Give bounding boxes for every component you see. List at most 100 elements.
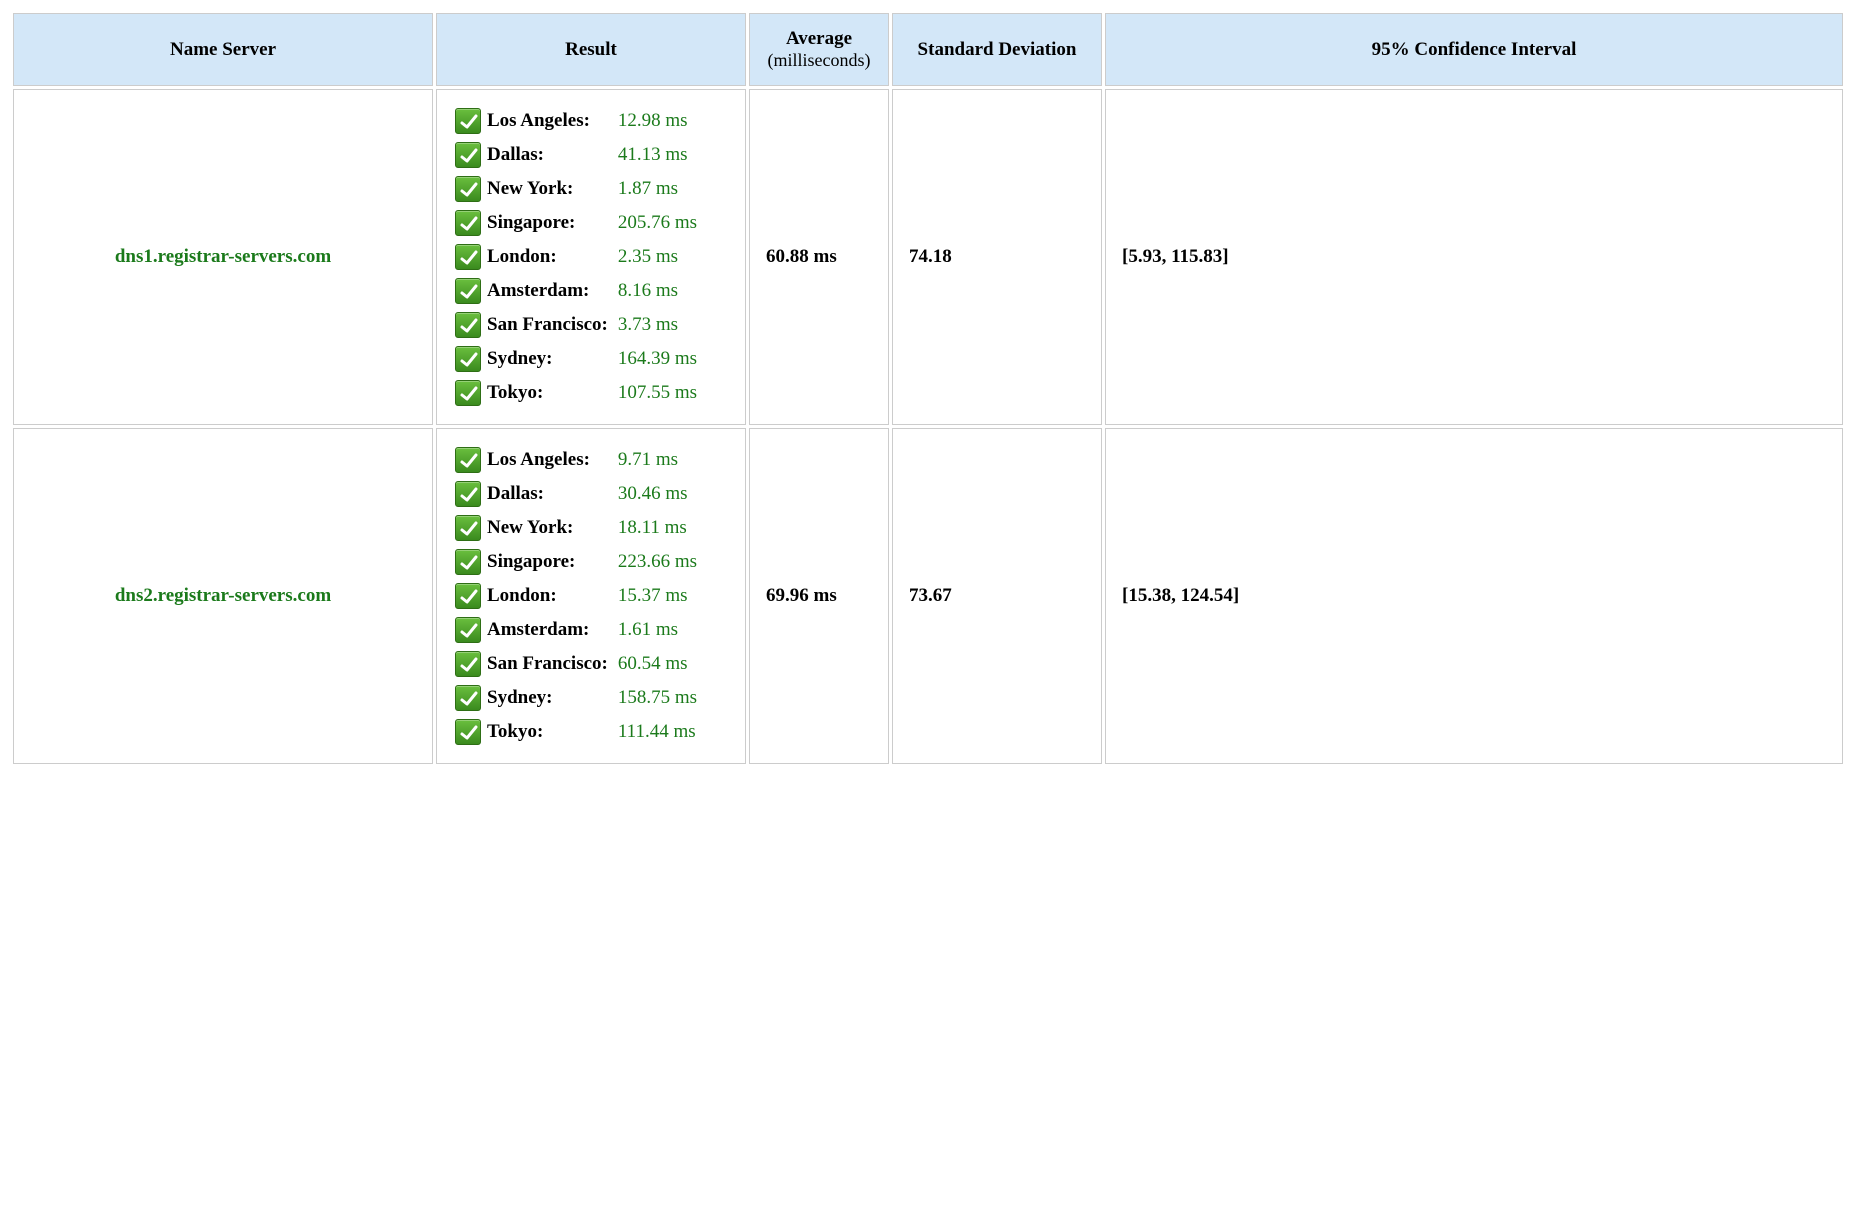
status-icon-cell: [453, 443, 485, 477]
location-value: 223.66 ms: [616, 545, 699, 579]
location-name: San Francisco:: [485, 647, 616, 681]
location-name: Tokyo:: [485, 376, 616, 410]
location-value: 1.61 ms: [616, 613, 699, 647]
location-value: 205.76 ms: [616, 206, 699, 240]
status-icon-cell: [453, 138, 485, 172]
location-name: Sydney:: [485, 342, 616, 376]
location-value: 2.35 ms: [616, 240, 699, 274]
location-name: Dallas:: [485, 138, 616, 172]
status-icon-cell: [453, 172, 485, 206]
location-name: Amsterdam:: [485, 613, 616, 647]
check-icon: [455, 244, 481, 270]
location-row: Tokyo:107.55 ms: [453, 376, 699, 410]
table-row: dns1.registrar-servers.comLos Angeles:12…: [13, 89, 1843, 425]
status-icon-cell: [453, 240, 485, 274]
location-name: New York:: [485, 172, 616, 206]
status-icon-cell: [453, 206, 485, 240]
check-icon: [455, 515, 481, 541]
name-server-cell: dns1.registrar-servers.com: [13, 89, 433, 425]
location-value: 60.54 ms: [616, 647, 699, 681]
col-std-dev: Standard Deviation: [892, 13, 1102, 86]
check-icon: [455, 685, 481, 711]
location-name: Singapore:: [485, 545, 616, 579]
location-row: Singapore:223.66 ms: [453, 545, 699, 579]
check-icon: [455, 312, 481, 338]
check-icon: [455, 108, 481, 134]
status-icon-cell: [453, 342, 485, 376]
location-row: Amsterdam:8.16 ms: [453, 274, 699, 308]
check-icon: [455, 210, 481, 236]
ci-cell: [15.38, 124.54]: [1105, 428, 1843, 764]
location-row: Dallas:30.46 ms: [453, 477, 699, 511]
location-value: 3.73 ms: [616, 308, 699, 342]
location-row: Amsterdam:1.61 ms: [453, 613, 699, 647]
location-name: Los Angeles:: [485, 443, 616, 477]
location-row: Sydney:158.75 ms: [453, 681, 699, 715]
location-value: 18.11 ms: [616, 511, 699, 545]
col-average-sub: (milliseconds): [760, 50, 878, 71]
check-icon: [455, 447, 481, 473]
locations-table: Los Angeles:12.98 msDallas:41.13 msNew Y…: [453, 104, 699, 410]
col-name-server: Name Server: [13, 13, 433, 86]
check-icon: [455, 278, 481, 304]
location-row: New York:1.87 ms: [453, 172, 699, 206]
check-icon: [455, 549, 481, 575]
location-name: Amsterdam:: [485, 274, 616, 308]
location-name: Sydney:: [485, 681, 616, 715]
table-row: dns2.registrar-servers.comLos Angeles:9.…: [13, 428, 1843, 764]
location-row: Los Angeles:9.71 ms: [453, 443, 699, 477]
status-icon-cell: [453, 545, 485, 579]
location-value: 9.71 ms: [616, 443, 699, 477]
status-icon-cell: [453, 715, 485, 749]
location-row: Tokyo:111.44 ms: [453, 715, 699, 749]
status-icon-cell: [453, 511, 485, 545]
location-name: New York:: [485, 511, 616, 545]
location-row: Sydney:164.39 ms: [453, 342, 699, 376]
location-name: London:: [485, 579, 616, 613]
check-icon: [455, 346, 481, 372]
location-value: 15.37 ms: [616, 579, 699, 613]
std-dev-cell: 74.18: [892, 89, 1102, 425]
location-value: 111.44 ms: [616, 715, 699, 749]
dns-results-table: Name Server Result Average (milliseconds…: [10, 10, 1846, 767]
col-average: Average (milliseconds): [749, 13, 889, 86]
location-row: New York:18.11 ms: [453, 511, 699, 545]
name-server-cell: dns2.registrar-servers.com: [13, 428, 433, 764]
status-icon-cell: [453, 613, 485, 647]
location-row: San Francisco:3.73 ms: [453, 308, 699, 342]
locations-table: Los Angeles:9.71 msDallas:30.46 msNew Yo…: [453, 443, 699, 749]
location-value: 1.87 ms: [616, 172, 699, 206]
check-icon: [455, 617, 481, 643]
location-row: London:15.37 ms: [453, 579, 699, 613]
location-row: San Francisco:60.54 ms: [453, 647, 699, 681]
average-cell: 60.88 ms: [749, 89, 889, 425]
location-value: 30.46 ms: [616, 477, 699, 511]
average-cell: 69.96 ms: [749, 428, 889, 764]
status-icon-cell: [453, 104, 485, 138]
status-icon-cell: [453, 308, 485, 342]
location-name: Tokyo:: [485, 715, 616, 749]
check-icon: [455, 719, 481, 745]
ci-cell: [5.93, 115.83]: [1105, 89, 1843, 425]
status-icon-cell: [453, 274, 485, 308]
location-value: 164.39 ms: [616, 342, 699, 376]
location-value: 8.16 ms: [616, 274, 699, 308]
col-ci: 95% Confidence Interval: [1105, 13, 1843, 86]
status-icon-cell: [453, 477, 485, 511]
location-value: 107.55 ms: [616, 376, 699, 410]
check-icon: [455, 481, 481, 507]
result-cell: Los Angeles:9.71 msDallas:30.46 msNew Yo…: [436, 428, 746, 764]
status-icon-cell: [453, 376, 485, 410]
location-name: London:: [485, 240, 616, 274]
location-row: Dallas:41.13 ms: [453, 138, 699, 172]
check-icon: [455, 176, 481, 202]
location-value: 41.13 ms: [616, 138, 699, 172]
location-value: 158.75 ms: [616, 681, 699, 715]
location-name: Los Angeles:: [485, 104, 616, 138]
col-result: Result: [436, 13, 746, 86]
location-name: Singapore:: [485, 206, 616, 240]
location-row: Los Angeles:12.98 ms: [453, 104, 699, 138]
status-icon-cell: [453, 647, 485, 681]
status-icon-cell: [453, 579, 485, 613]
check-icon: [455, 142, 481, 168]
